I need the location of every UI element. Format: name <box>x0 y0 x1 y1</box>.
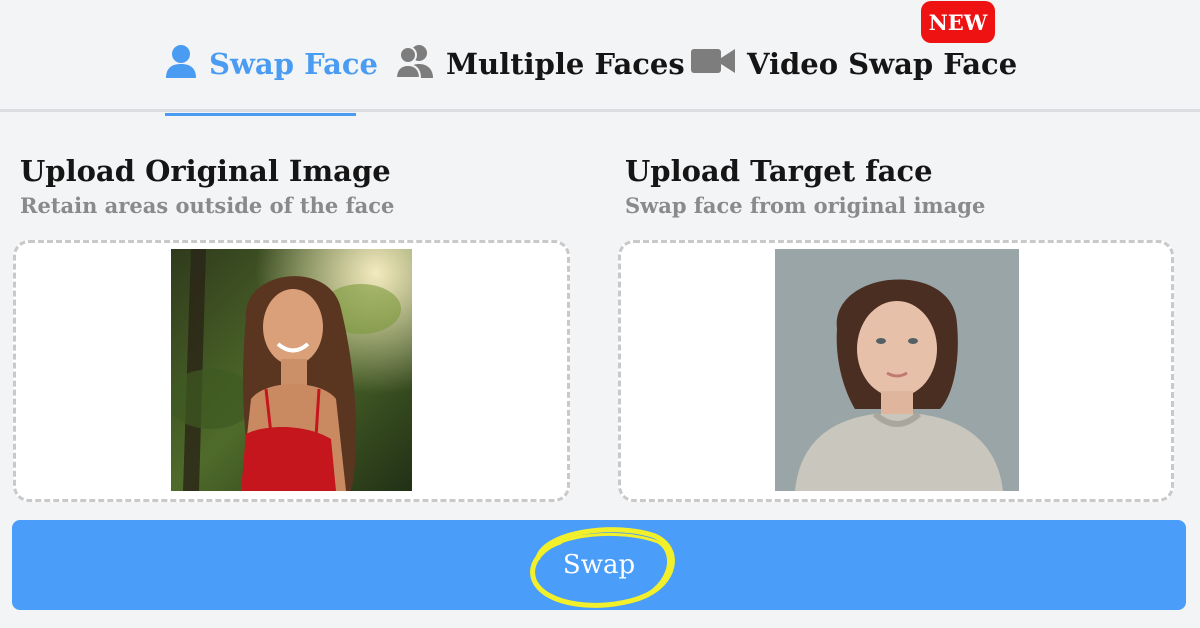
target-upload-title: Upload Target face <box>625 154 933 188</box>
users-icon <box>394 44 434 85</box>
original-upload-subtitle: Retain areas outside of the face <box>20 193 395 218</box>
target-face-dropzone[interactable] <box>618 240 1174 502</box>
new-badge: NEW <box>921 1 995 43</box>
target-upload-subtitle: Swap face from original image <box>625 193 986 218</box>
swap-button-label: Swap <box>562 550 636 580</box>
tab-bar: Swap Face Multiple Faces Video Swap Face… <box>0 0 1200 112</box>
original-image-preview <box>171 249 412 491</box>
tab-video-swap-face[interactable]: Video Swap Face <box>691 44 1017 84</box>
tab-label: Multiple Faces <box>446 47 685 81</box>
video-camera-icon <box>691 47 735 82</box>
face-swap-page: Swap Face Multiple Faces Video Swap Face… <box>0 0 1200 628</box>
tab-multiple-faces[interactable]: Multiple Faces <box>394 44 685 85</box>
tab-label: Swap Face <box>209 47 378 81</box>
tab-label: Video Swap Face <box>747 47 1018 81</box>
active-tab-indicator <box>165 113 356 116</box>
tab-swap-face[interactable]: Swap Face <box>165 44 378 84</box>
original-upload-title: Upload Original Image <box>20 154 391 188</box>
target-face-preview <box>775 249 1019 491</box>
swap-button[interactable]: Swap <box>12 520 1186 610</box>
user-icon <box>165 44 197 85</box>
original-image-dropzone[interactable] <box>13 240 570 502</box>
